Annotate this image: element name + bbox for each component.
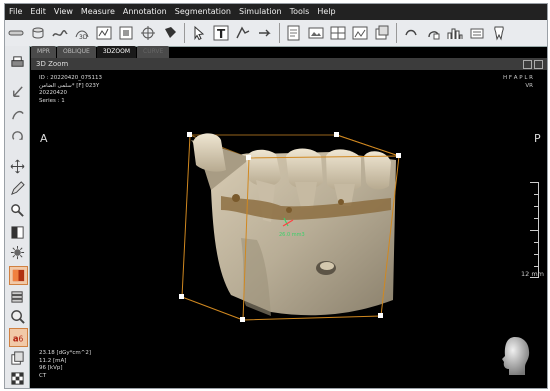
scale-bar [530,182,539,278]
report-icon[interactable] [285,24,303,42]
tab-3dzoom[interactable]: 3DZOOM [96,46,136,58]
3d-render [179,132,401,322]
export-icon[interactable] [373,24,391,42]
menu-file[interactable]: File [5,4,26,20]
main-toolbar: 3D T [5,20,547,47]
dose-value: 23.18 [dGy*cm^2] [39,350,92,356]
menu-simulation[interactable]: Simulation [235,4,286,20]
menu-measure[interactable]: Measure [77,4,119,20]
menu-edit[interactable]: Edit [26,4,50,20]
cylinder-icon[interactable] [29,24,47,42]
tooth-icon[interactable] [490,24,508,42]
pen-icon[interactable] [9,180,26,197]
histogram-icon[interactable] [446,24,464,42]
tab-mpr[interactable]: MPR [31,46,56,58]
current-value: 11.2 [mA] [39,357,67,364]
panel-title: 3D Zoom [36,60,69,68]
capture-icon[interactable] [307,24,325,42]
maximize-icon[interactable] [534,60,543,69]
gallery-icon[interactable] [351,24,369,42]
panel-controls [523,60,543,69]
layers-icon[interactable] [9,288,26,305]
svg-text:T: T [217,27,226,41]
scale-label: 12 mm [520,270,544,278]
rotate-icon[interactable] [9,128,26,145]
jaw-model [191,133,396,316]
fill-icon[interactable] [161,24,179,42]
measurement-label: 26.0 mm3 [279,232,305,238]
undo-icon[interactable] [402,24,420,42]
panel-header: 3D Zoom [31,58,547,70]
menu-bar: File Edit View Measure Annotation Segmen… [5,4,547,20]
panel-icon[interactable] [117,24,135,42]
menu-help[interactable]: Help [313,4,339,20]
voltage-value: 96 [kVp] [39,365,63,371]
tab-curve[interactable]: CURVE [137,46,170,58]
arrow-tool-icon[interactable] [256,24,274,42]
svg-text:6: 6 [19,334,24,343]
checker-icon[interactable] [9,370,26,387]
crosshair-icon[interactable] [139,24,157,42]
settings-icon[interactable] [468,24,486,42]
brightness-icon[interactable] [9,244,26,261]
color-map-icon[interactable] [9,266,28,285]
contrast-icon[interactable] [9,224,26,241]
copy-icon[interactable] [9,350,26,367]
redo-icon[interactable] [424,24,442,42]
angle-icon[interactable] [9,106,26,123]
svg-text:3D: 3D [79,34,88,41]
tab-oblique[interactable]: OBLIQUE [56,46,96,58]
menu-segmentation[interactable]: Segmentation [171,4,235,20]
toolbar-separator [184,23,185,43]
grid-layout-icon[interactable] [523,60,532,69]
layout-icon[interactable] [329,24,347,42]
shape-icon[interactable] [234,24,252,42]
menu-view[interactable]: View [50,4,77,20]
zoom-icon[interactable] [9,202,26,219]
menu-annotation[interactable]: Annotation [119,4,171,20]
view-tabs: MPR OBLIQUE 3DZOOM CURVE [31,46,170,58]
magnify-icon[interactable] [9,308,26,325]
left-toolbar: a6 [5,46,30,388]
reset-icon[interactable]: a6 [9,328,28,347]
app-window: File Edit View Measure Annotation Segmen… [4,3,548,389]
move-icon[interactable] [9,158,26,175]
3d-icon[interactable]: 3D [73,24,91,42]
scan-params: 23.18 [dGy*cm^2] 11.2 [mA] 96 [kVp] CT [39,350,91,380]
curve-icon[interactable] [95,24,113,42]
3d-viewport[interactable]: ID : 20220420_075113 سلمى الضامن* [F] 02… [31,70,547,388]
text-icon[interactable]: T [212,24,230,42]
print-icon[interactable] [9,54,26,71]
toolbar-separator [279,23,280,43]
line-icon[interactable] [7,24,25,42]
nerve-icon[interactable] [51,24,69,42]
cursor-icon[interactable] [190,24,208,42]
menu-tools[interactable]: Tools [286,4,314,20]
head-orientation-icon[interactable] [497,335,533,377]
modality-value: CT [39,372,47,379]
toolbar-separator [396,23,397,43]
arrow-icon[interactable] [9,84,26,101]
